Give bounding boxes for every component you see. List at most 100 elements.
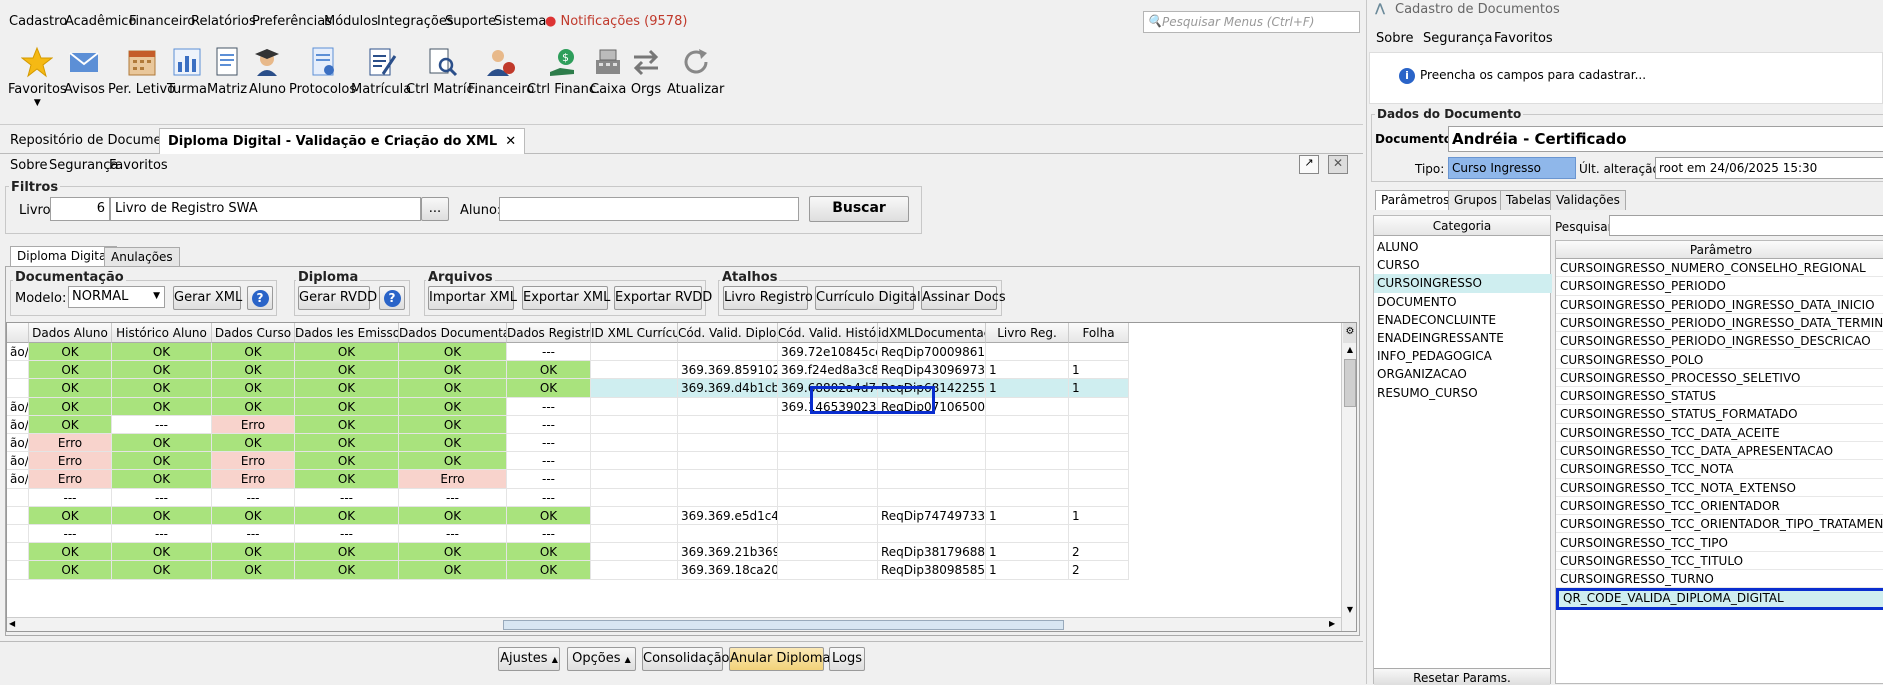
livro-name-input[interactable]: Livro de Registro SWA xyxy=(110,197,421,221)
tab-diploma-digital-inner[interactable]: Diploma Digital xyxy=(10,246,117,266)
parametro-item[interactable]: CURSOINGRESSO_POLO xyxy=(1556,351,1883,369)
menu-search-input[interactable]: 🔍 Pesquisar Menus (Ctrl+F) xyxy=(1143,11,1360,33)
submenu-favoritos[interactable]: Favoritos xyxy=(109,158,168,173)
buscar-button[interactable]: Buscar xyxy=(809,196,909,222)
exportar-rvdd-button[interactable]: Exportar RVDD xyxy=(614,286,712,310)
gear-icon[interactable]: ⚙ xyxy=(1343,323,1356,343)
toolbar-atualizar[interactable]: Atualizar xyxy=(667,46,724,97)
logs-button[interactable]: Logs xyxy=(829,647,865,671)
parametro-item[interactable]: QR_CODE_VALIDA_DIPLOMA_DIGITAL xyxy=(1556,588,1883,611)
documento-input[interactable]: Andréia - Certificado xyxy=(1448,126,1883,152)
toolbar-aluno[interactable]: Aluno xyxy=(249,46,286,97)
column-header[interactable]: Histórico Aluno xyxy=(112,323,212,343)
menu-integracoes[interactable]: Integrações xyxy=(377,14,454,29)
aluno-input[interactable] xyxy=(499,197,799,221)
livro-code-input[interactable]: 6 xyxy=(50,197,110,221)
consolidacao-button[interactable]: Consolidação xyxy=(642,647,730,671)
column-header[interactable] xyxy=(7,323,29,343)
horizontal-scroll-thumb[interactable] xyxy=(503,620,1064,630)
menu-sistema[interactable]: Sistema xyxy=(494,14,546,29)
column-header[interactable]: Cód. Valid. Diploma xyxy=(678,323,778,343)
menu-modulos[interactable]: Módulos xyxy=(324,14,378,29)
toolbar-financeiro[interactable]: Financeiro xyxy=(468,46,534,97)
submenu-seguranca[interactable]: Segurança xyxy=(49,158,118,173)
categoria-item[interactable]: ENADECONCLUINTE xyxy=(1374,311,1552,329)
categoria-item[interactable]: INFO_PEDAGOGICA xyxy=(1374,347,1552,365)
parametro-item[interactable]: CURSOINGRESSO_TCC_ORIENTADOR xyxy=(1556,497,1883,516)
parametro-item[interactable]: CURSOINGRESSO_PROCESSO_SELETIVO xyxy=(1556,369,1883,388)
resetar-params-button[interactable]: Resetar Params. xyxy=(1374,668,1550,685)
parametro-item[interactable]: CURSOINGRESSO_TCC_NOTA xyxy=(1556,460,1883,479)
favorites-button[interactable]: Favoritos ▼ xyxy=(8,46,67,108)
pesquisar-input[interactable] xyxy=(1609,215,1883,236)
vertical-scrollbar[interactable]: ⚙ ▲ ▼ xyxy=(1341,323,1356,631)
categoria-item[interactable]: CURSO xyxy=(1374,256,1552,274)
categoria-item[interactable]: DOCUMENTO xyxy=(1374,293,1552,311)
scroll-up-icon[interactable]: ▲ xyxy=(1344,345,1356,357)
submenu-sobre[interactable]: Sobre xyxy=(10,158,48,173)
parametro-item[interactable]: CURSOINGRESSO_STATUS xyxy=(1556,387,1883,406)
menu-relatorios[interactable]: Relatórios xyxy=(191,14,256,29)
tab-anulacoes[interactable]: Anulações xyxy=(104,247,180,266)
parametro-item[interactable]: CURSOINGRESSO_PERIODO_INGRESSO_DESCRICAO xyxy=(1556,332,1883,351)
assinar-docs-button[interactable]: Assinar Docs xyxy=(921,286,1006,310)
anular-diploma-button[interactable]: Anular Diploma xyxy=(729,647,831,671)
column-header[interactable]: ID XML Currículo xyxy=(591,323,678,343)
undock-icon[interactable]: ↗ xyxy=(1299,155,1319,174)
toolbar-turma[interactable]: Turma xyxy=(167,46,207,97)
toolbar-orgs[interactable]: Orgs xyxy=(630,46,662,97)
toolbar-avisos[interactable]: Avisos xyxy=(64,46,105,97)
toolbar-ctrl-matric[interactable]: Ctrl Matríc. xyxy=(406,46,478,97)
right-menu-sobre[interactable]: Sobre xyxy=(1376,31,1414,46)
ajustes-button[interactable]: Ajustes ▲ xyxy=(498,647,560,671)
parametro-item[interactable]: CURSOINGRESSO_TCC_TIPO xyxy=(1556,534,1883,552)
toolbar-per-letivo[interactable]: Per. Letivo xyxy=(108,46,175,97)
toolbar-caixa[interactable]: Caixa xyxy=(590,46,626,97)
parametro-item[interactable]: CURSOINGRESSO_PERIODO_INGRESSO_DATA_INIC… xyxy=(1556,296,1883,314)
opcoes-button[interactable]: Opções ▲ xyxy=(567,647,636,671)
curriculo-digital-button[interactable]: Currículo Digital xyxy=(815,286,921,310)
tipo-field[interactable]: Curso Ingresso xyxy=(1448,157,1576,179)
column-header[interactable]: Folha xyxy=(1069,323,1129,343)
categoria-item[interactable]: ORGANIZACAO xyxy=(1374,365,1552,383)
modelo-select[interactable]: NORMAL ▼ xyxy=(68,286,165,308)
help-button[interactable]: ? xyxy=(247,286,273,310)
parametro-item[interactable]: CURSOINGRESSO_TCC_NOTA_EXTENSO xyxy=(1556,479,1883,497)
close-panel-icon[interactable]: ✕ xyxy=(1328,155,1348,174)
notifications-link[interactable]: ● Notificações (9578) xyxy=(545,14,687,29)
tab-grupos[interactable]: Grupos xyxy=(1448,190,1504,210)
menu-preferencias[interactable]: Preferências xyxy=(252,14,332,29)
parametro-item[interactable]: CURSOINGRESSO_PERIODO xyxy=(1556,277,1883,296)
help-button[interactable]: ? xyxy=(379,286,405,310)
table-row[interactable]: OKOKOKOKOKOK369.369.18ca20821184ReqDip38… xyxy=(7,561,1341,583)
toolbar-protocolos[interactable]: Protocolos xyxy=(289,46,356,97)
column-header[interactable]: Dados Ies Emissora xyxy=(295,323,399,343)
parametro-item[interactable]: CURSOINGRESSO_TCC_DATA_ACEITE xyxy=(1556,424,1883,442)
column-header[interactable]: Dados Documentação xyxy=(399,323,507,343)
categoria-item[interactable]: ENADEINGRESSANTE xyxy=(1374,329,1552,347)
right-menu-seguranca[interactable]: Segurança xyxy=(1423,31,1492,46)
close-icon[interactable]: ✕ xyxy=(505,134,516,149)
parametro-item[interactable]: CURSOINGRESSO_PERIODO_INGRESSO_DATA_TERM… xyxy=(1556,314,1883,333)
parametro-item[interactable]: CURSOINGRESSO_TCC_DATA_APRESENTACAO xyxy=(1556,442,1883,461)
menu-academico[interactable]: Acadêmico xyxy=(65,14,136,29)
importar-xml-button[interactable]: Importar XML xyxy=(428,286,517,310)
categoria-item[interactable]: CURSOINGRESSO xyxy=(1374,274,1552,293)
gerar-xml-button[interactable]: Gerar XML xyxy=(173,286,242,310)
parametro-item[interactable]: CURSOINGRESSO_TCC_ORIENTADOR_TIPO_TRATAM… xyxy=(1556,515,1883,534)
categoria-item[interactable]: ALUNO xyxy=(1374,238,1552,256)
column-header[interactable]: Livro Reg. xyxy=(986,323,1069,343)
exportar-xml-button[interactable]: Exportar XML xyxy=(522,286,610,310)
tab-parametros[interactable]: Parâmetros xyxy=(1375,190,1456,210)
menu-financeiro[interactable]: Financeiro xyxy=(129,14,195,29)
scroll-right-icon[interactable]: ▶ xyxy=(1329,619,1335,628)
menu-cadastro[interactable]: Cadastro xyxy=(9,14,67,29)
toolbar-matricula[interactable]: Matrícula xyxy=(351,46,411,97)
gerar-rvdd-button[interactable]: Gerar RVDD xyxy=(298,286,377,310)
horizontal-scrollbar[interactable]: ◀ ▶ xyxy=(7,617,1341,631)
parametro-item[interactable]: CURSOINGRESSO_TURNO xyxy=(1556,570,1883,589)
scroll-down-icon[interactable]: ▼ xyxy=(1344,605,1356,617)
tab-tabelas[interactable]: Tabelas xyxy=(1500,190,1557,210)
parametro-item[interactable]: CURSOINGRESSO_STATUS_FORMATADO xyxy=(1556,405,1883,424)
parametro-item[interactable]: CURSOINGRESSO_NUMERO_CONSELHO_REGIONAL xyxy=(1556,259,1883,278)
